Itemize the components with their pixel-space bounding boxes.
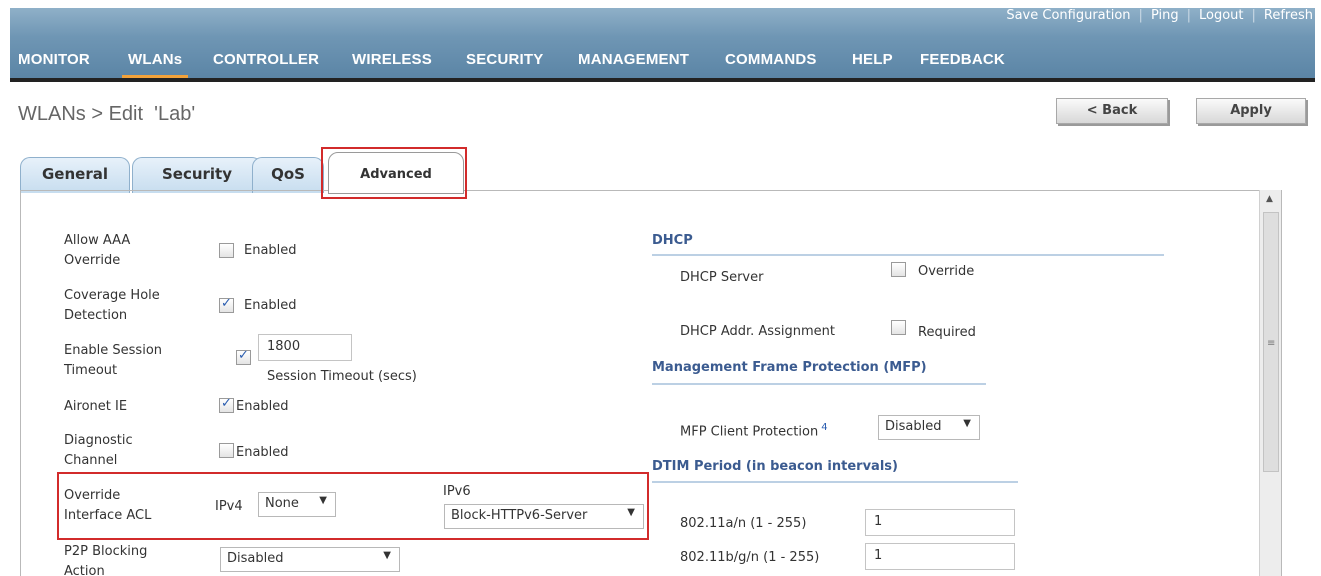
ipv4-label: IPv4 xyxy=(215,499,243,514)
nav-commands[interactable]: COMMANDS xyxy=(725,50,817,70)
logout-link[interactable]: Logout xyxy=(1199,8,1244,23)
scroll-up-icon[interactable]: ▲ xyxy=(1266,194,1273,204)
mfp-footnote-link[interactable]: 4 xyxy=(821,422,827,433)
nav-help[interactable]: HELP xyxy=(852,50,893,70)
dhcp-server-override-value: Override xyxy=(918,264,975,279)
dhcp-section-title: DHCP xyxy=(652,233,693,248)
nav-security[interactable]: SECURITY xyxy=(466,50,543,70)
aironet-ie-label: Aironet IE xyxy=(64,399,128,414)
nav-controller[interactable]: CONTROLLER xyxy=(213,50,319,70)
back-button[interactable]: < Back xyxy=(1056,98,1168,124)
nav-wireless[interactable]: WIRELESS xyxy=(352,50,432,70)
diagnostic-channel-checkbox[interactable] xyxy=(219,443,234,458)
save-configuration-link[interactable]: Save Configuration xyxy=(1006,8,1130,23)
p2p-blocking-select[interactable]: Disabled ▼ xyxy=(220,547,400,572)
aironet-ie-checkbox[interactable] xyxy=(219,396,234,413)
dtim-11bgn-input[interactable]: 1 xyxy=(865,543,1015,570)
dtim-divider xyxy=(652,481,1018,483)
dhcp-addr-required-value: Required xyxy=(918,325,976,340)
dhcp-addr-required-checkbox[interactable] xyxy=(891,320,906,335)
tab-general[interactable]: General xyxy=(20,157,130,193)
mfp-divider xyxy=(652,383,986,385)
dhcp-server-override-checkbox[interactable] xyxy=(891,262,906,277)
diagnostic-channel-value: Enabled xyxy=(236,445,289,460)
chevron-down-icon: ▼ xyxy=(627,507,635,518)
refresh-link[interactable]: Refresh xyxy=(1264,8,1313,23)
chevron-down-icon: ▼ xyxy=(963,418,971,429)
ping-link[interactable]: Ping xyxy=(1151,8,1179,23)
p2p-blocking-action-label: P2P Blocking Action xyxy=(64,544,148,576)
nav-wlans[interactable]: WLANs xyxy=(121,50,189,79)
tab-security[interactable]: Security xyxy=(132,157,262,193)
override-interface-acl-label: Override Interface ACL xyxy=(64,488,152,523)
page-title: WLANs > Edit 'Lab' xyxy=(18,103,196,125)
dtim-11an-input[interactable]: 1 xyxy=(865,509,1015,536)
aironet-ie-value: Enabled xyxy=(236,399,289,414)
ipv6-label: IPv6 xyxy=(443,484,471,499)
nav-divider xyxy=(10,78,1315,82)
ipv6-acl-select[interactable]: Block-HTTPv6-Server ▼ xyxy=(444,504,644,529)
nav-monitor[interactable]: MONITOR xyxy=(18,50,90,70)
mfp-client-protection-label: MFP Client Protection 4 xyxy=(680,422,828,440)
scroll-grip-icon: ≡ xyxy=(1267,338,1276,349)
ipv4-acl-select[interactable]: None ▼ xyxy=(258,492,336,517)
vertical-scrollbar[interactable]: ▲ ≡ xyxy=(1259,190,1281,576)
tab-qos[interactable]: QoS xyxy=(252,157,324,193)
allow-aaa-override-value: Enabled xyxy=(244,243,297,258)
chevron-down-icon: ▼ xyxy=(383,550,391,561)
coverage-hole-detection-label: Coverage Hole Detection xyxy=(64,288,160,323)
session-timeout-input[interactable]: 1800 xyxy=(258,334,352,361)
diagnostic-channel-label: Diagnostic Channel xyxy=(64,433,133,468)
nav-management[interactable]: MANAGEMENT xyxy=(578,50,689,70)
dtim-section-title: DTIM Period (in beacon intervals) xyxy=(652,459,898,474)
allow-aaa-override-checkbox[interactable] xyxy=(219,243,234,258)
apply-button[interactable]: Apply xyxy=(1196,98,1306,124)
main-nav: MONITOR WLANs CONTROLLER WIRELESS SECURI… xyxy=(10,50,1315,80)
nav-feedback[interactable]: FEEDBACK xyxy=(920,50,1005,70)
dhcp-divider xyxy=(652,254,1164,256)
chevron-down-icon: ▼ xyxy=(319,495,327,506)
mfp-section-title: Management Frame Protection (MFP) xyxy=(652,360,927,375)
dtim-11bgn-label: 802.11b/g/n (1 - 255) xyxy=(680,550,820,565)
session-timeout-checkbox[interactable] xyxy=(236,348,251,365)
dhcp-addr-assignment-label: DHCP Addr. Assignment xyxy=(680,324,835,339)
mfp-client-protection-select[interactable]: Disabled ▼ xyxy=(878,415,980,440)
session-timeout-caption: Session Timeout (secs) xyxy=(267,369,417,384)
allow-aaa-override-label: Allow AAA Override xyxy=(64,233,131,268)
dtim-11an-label: 802.11a/n (1 - 255) xyxy=(680,516,807,531)
coverage-hole-detection-checkbox[interactable] xyxy=(219,296,234,313)
coverage-hole-detection-value: Enabled xyxy=(244,298,297,313)
enable-session-timeout-label: Enable Session Timeout xyxy=(64,343,163,378)
top-links: Save Configuration | Ping | Logout | Refresh xyxy=(1006,8,1313,23)
dhcp-server-label: DHCP Server xyxy=(680,270,764,285)
advanced-tab-highlight xyxy=(321,147,467,199)
